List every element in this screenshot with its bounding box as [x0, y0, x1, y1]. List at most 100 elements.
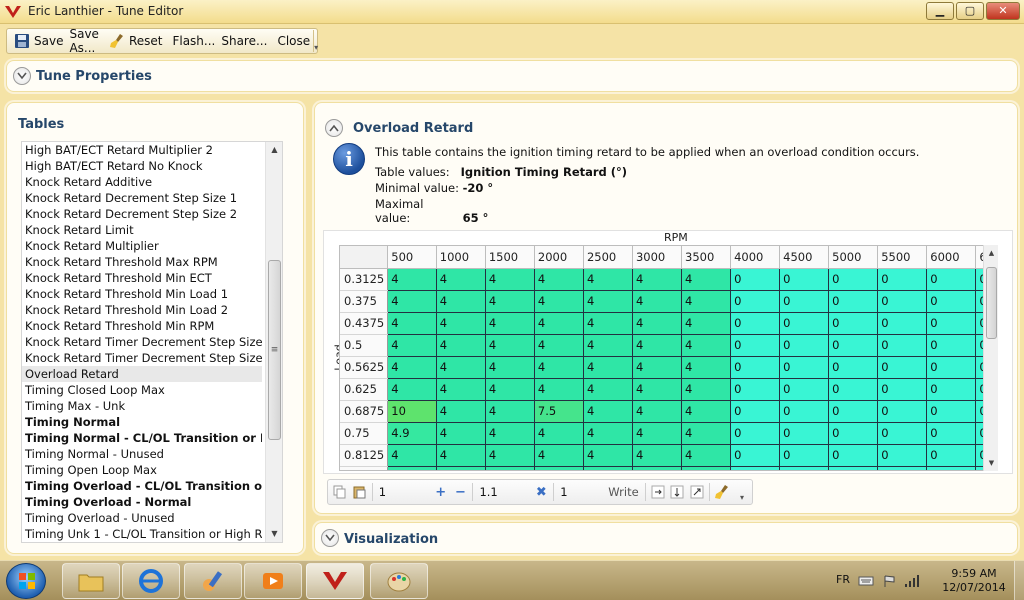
- interpolate-vertical-button[interactable]: [668, 482, 688, 502]
- grid-cell[interactable]: 4: [582, 377, 633, 401]
- grid-cell[interactable]: 0: [926, 289, 977, 313]
- grid-cell[interactable]: 0: [877, 289, 928, 313]
- grid-cell[interactable]: 4: [631, 399, 683, 423]
- grid-cell[interactable]: 4: [631, 333, 683, 357]
- grid-cell[interactable]: 0: [730, 377, 781, 401]
- rpm-column-header[interactable]: 1500: [485, 246, 535, 269]
- keyboard-icon[interactable]: [858, 574, 874, 588]
- system-clock[interactable]: 9:59 AM 12/07/2014: [934, 567, 1014, 595]
- grid-cell[interactable]: 4: [435, 355, 486, 379]
- grid-cell[interactable]: 4: [484, 377, 535, 401]
- taskbar-tune-editor[interactable]: [306, 563, 364, 599]
- grid-cell[interactable]: 4: [681, 399, 732, 423]
- grid-cell[interactable]: 0: [877, 333, 928, 357]
- grid-cell[interactable]: 0: [926, 399, 977, 423]
- load-row-header[interactable]: 0.3125: [340, 268, 389, 291]
- table-list-item[interactable]: Knock Retard Threshold Min Load 1: [22, 286, 262, 302]
- grid-cell[interactable]: 4: [387, 311, 437, 335]
- grid-cell[interactable]: 4: [582, 267, 633, 291]
- grid-cell[interactable]: 4: [681, 355, 732, 379]
- grid-cell[interactable]: 0: [877, 311, 928, 335]
- load-row-header[interactable]: 0.75: [340, 422, 389, 445]
- grid-cell[interactable]: 0: [828, 289, 879, 313]
- grid-cell[interactable]: 4: [582, 355, 633, 379]
- grid-cell[interactable]: 4: [631, 443, 683, 467]
- grid-cell[interactable]: 0: [779, 465, 830, 470]
- load-row-header[interactable]: 0.8125: [340, 444, 389, 467]
- grid-cell[interactable]: 0: [828, 443, 879, 467]
- save-button[interactable]: Save: [11, 30, 66, 52]
- set-value-input[interactable]: [556, 482, 605, 502]
- grid-cell[interactable]: 0: [779, 311, 830, 335]
- rpm-column-header[interactable]: 5500: [877, 246, 928, 269]
- grid-cell[interactable]: 4: [533, 443, 584, 467]
- grid-cell[interactable]: 4: [681, 377, 732, 401]
- grid-cell[interactable]: 4: [631, 289, 683, 313]
- grid-cell[interactable]: 0: [926, 377, 977, 401]
- grid-cell[interactable]: 4: [435, 377, 486, 401]
- grid-scrollbar-thumb[interactable]: [986, 267, 997, 339]
- share-button[interactable]: Share...: [218, 30, 270, 52]
- network-signal-icon[interactable]: [904, 574, 920, 588]
- rpm-column-header[interactable]: 4500: [779, 246, 830, 269]
- grid-cell[interactable]: 4: [435, 311, 486, 335]
- grid-cell[interactable]: 0: [779, 377, 830, 401]
- grid-cell[interactable]: 4: [681, 443, 732, 467]
- grid-cell[interactable]: 4: [681, 465, 732, 470]
- write-button[interactable]: Write: [604, 485, 642, 499]
- grid-cell[interactable]: 4: [582, 289, 633, 313]
- tune-properties-expander[interactable]: [13, 67, 31, 85]
- table-list-item[interactable]: Timing Overload - CL/OL Transition or Hi: [22, 478, 262, 494]
- grid-cell[interactable]: 0: [730, 289, 781, 313]
- grid-cell[interactable]: 0: [730, 311, 781, 335]
- grid-cell[interactable]: 0: [779, 399, 830, 423]
- table-list-item[interactable]: High BAT/ECT Retard No Knock: [22, 158, 262, 174]
- start-button[interactable]: [6, 563, 46, 599]
- table-list-item[interactable]: Timing Open Loop Max: [22, 462, 262, 478]
- table-list-item[interactable]: Timing Closed Loop Max: [22, 382, 262, 398]
- table-list-item[interactable]: Knock Retard Decrement Step Size 1: [22, 190, 262, 206]
- grid-cell[interactable]: 4: [533, 355, 584, 379]
- grid-cell[interactable]: 4: [631, 421, 683, 445]
- grid-cell[interactable]: 0: [877, 443, 928, 467]
- grid-cell[interactable]: 0: [828, 333, 879, 357]
- load-row-header[interactable]: 0.5625: [340, 356, 389, 379]
- grid-toolbar-overflow[interactable]: ▾: [732, 482, 752, 502]
- grid-cell[interactable]: 0: [926, 421, 977, 445]
- grid-cell[interactable]: 4: [435, 465, 486, 470]
- taskbar-internet-explorer[interactable]: [122, 563, 180, 599]
- table-list-item[interactable]: Knock Retard Threshold Min Load 2: [22, 302, 262, 318]
- load-row-header[interactable]: 0.625: [340, 378, 389, 401]
- table-list-item[interactable]: Knock Retard Threshold Min RPM: [22, 318, 262, 334]
- grid-cell[interactable]: 4: [582, 465, 633, 470]
- table-list-item[interactable]: Knock Retard Threshold Max RPM: [22, 254, 262, 270]
- grid-cell[interactable]: 0: [730, 399, 781, 423]
- grid-cell[interactable]: 4: [533, 333, 584, 357]
- grid-cell[interactable]: 0: [779, 443, 830, 467]
- grid-cell[interactable]: 4: [435, 333, 486, 357]
- grid-cell[interactable]: 4: [533, 377, 584, 401]
- grid-cell[interactable]: 0: [877, 355, 928, 379]
- tables-scrollbar-thumb[interactable]: ≡: [268, 260, 281, 440]
- grid-cell[interactable]: 4: [484, 311, 535, 335]
- table-list-item[interactable]: Knock Retard Limit: [22, 222, 262, 238]
- save-as-button[interactable]: Save As...: [66, 27, 101, 55]
- clear-button[interactable]: [712, 482, 732, 502]
- grid-cell[interactable]: 0: [730, 465, 781, 470]
- grid-cell[interactable]: 4: [533, 465, 584, 470]
- grid-cell[interactable]: 4: [484, 333, 535, 357]
- grid-cell[interactable]: 4: [484, 443, 535, 467]
- grid-cell[interactable]: 4: [681, 421, 732, 445]
- interpolate-both-button[interactable]: [687, 482, 707, 502]
- subtract-icon[interactable]: −: [451, 482, 471, 502]
- grid-cell[interactable]: 4: [681, 333, 732, 357]
- tables-scrollbar[interactable]: ▲ ≡ ▼: [265, 142, 282, 542]
- grid-cell[interactable]: 4: [582, 311, 633, 335]
- grid-cell[interactable]: 4: [582, 399, 633, 423]
- grid-cell[interactable]: 0: [828, 355, 879, 379]
- table-list-item[interactable]: Knock Retard Threshold Min ECT: [22, 270, 262, 286]
- grid-cell[interactable]: 4: [387, 443, 437, 467]
- overload-retard-expander[interactable]: [325, 119, 343, 137]
- grid-cell[interactable]: 4: [484, 355, 535, 379]
- grid-cell[interactable]: 0: [730, 333, 781, 357]
